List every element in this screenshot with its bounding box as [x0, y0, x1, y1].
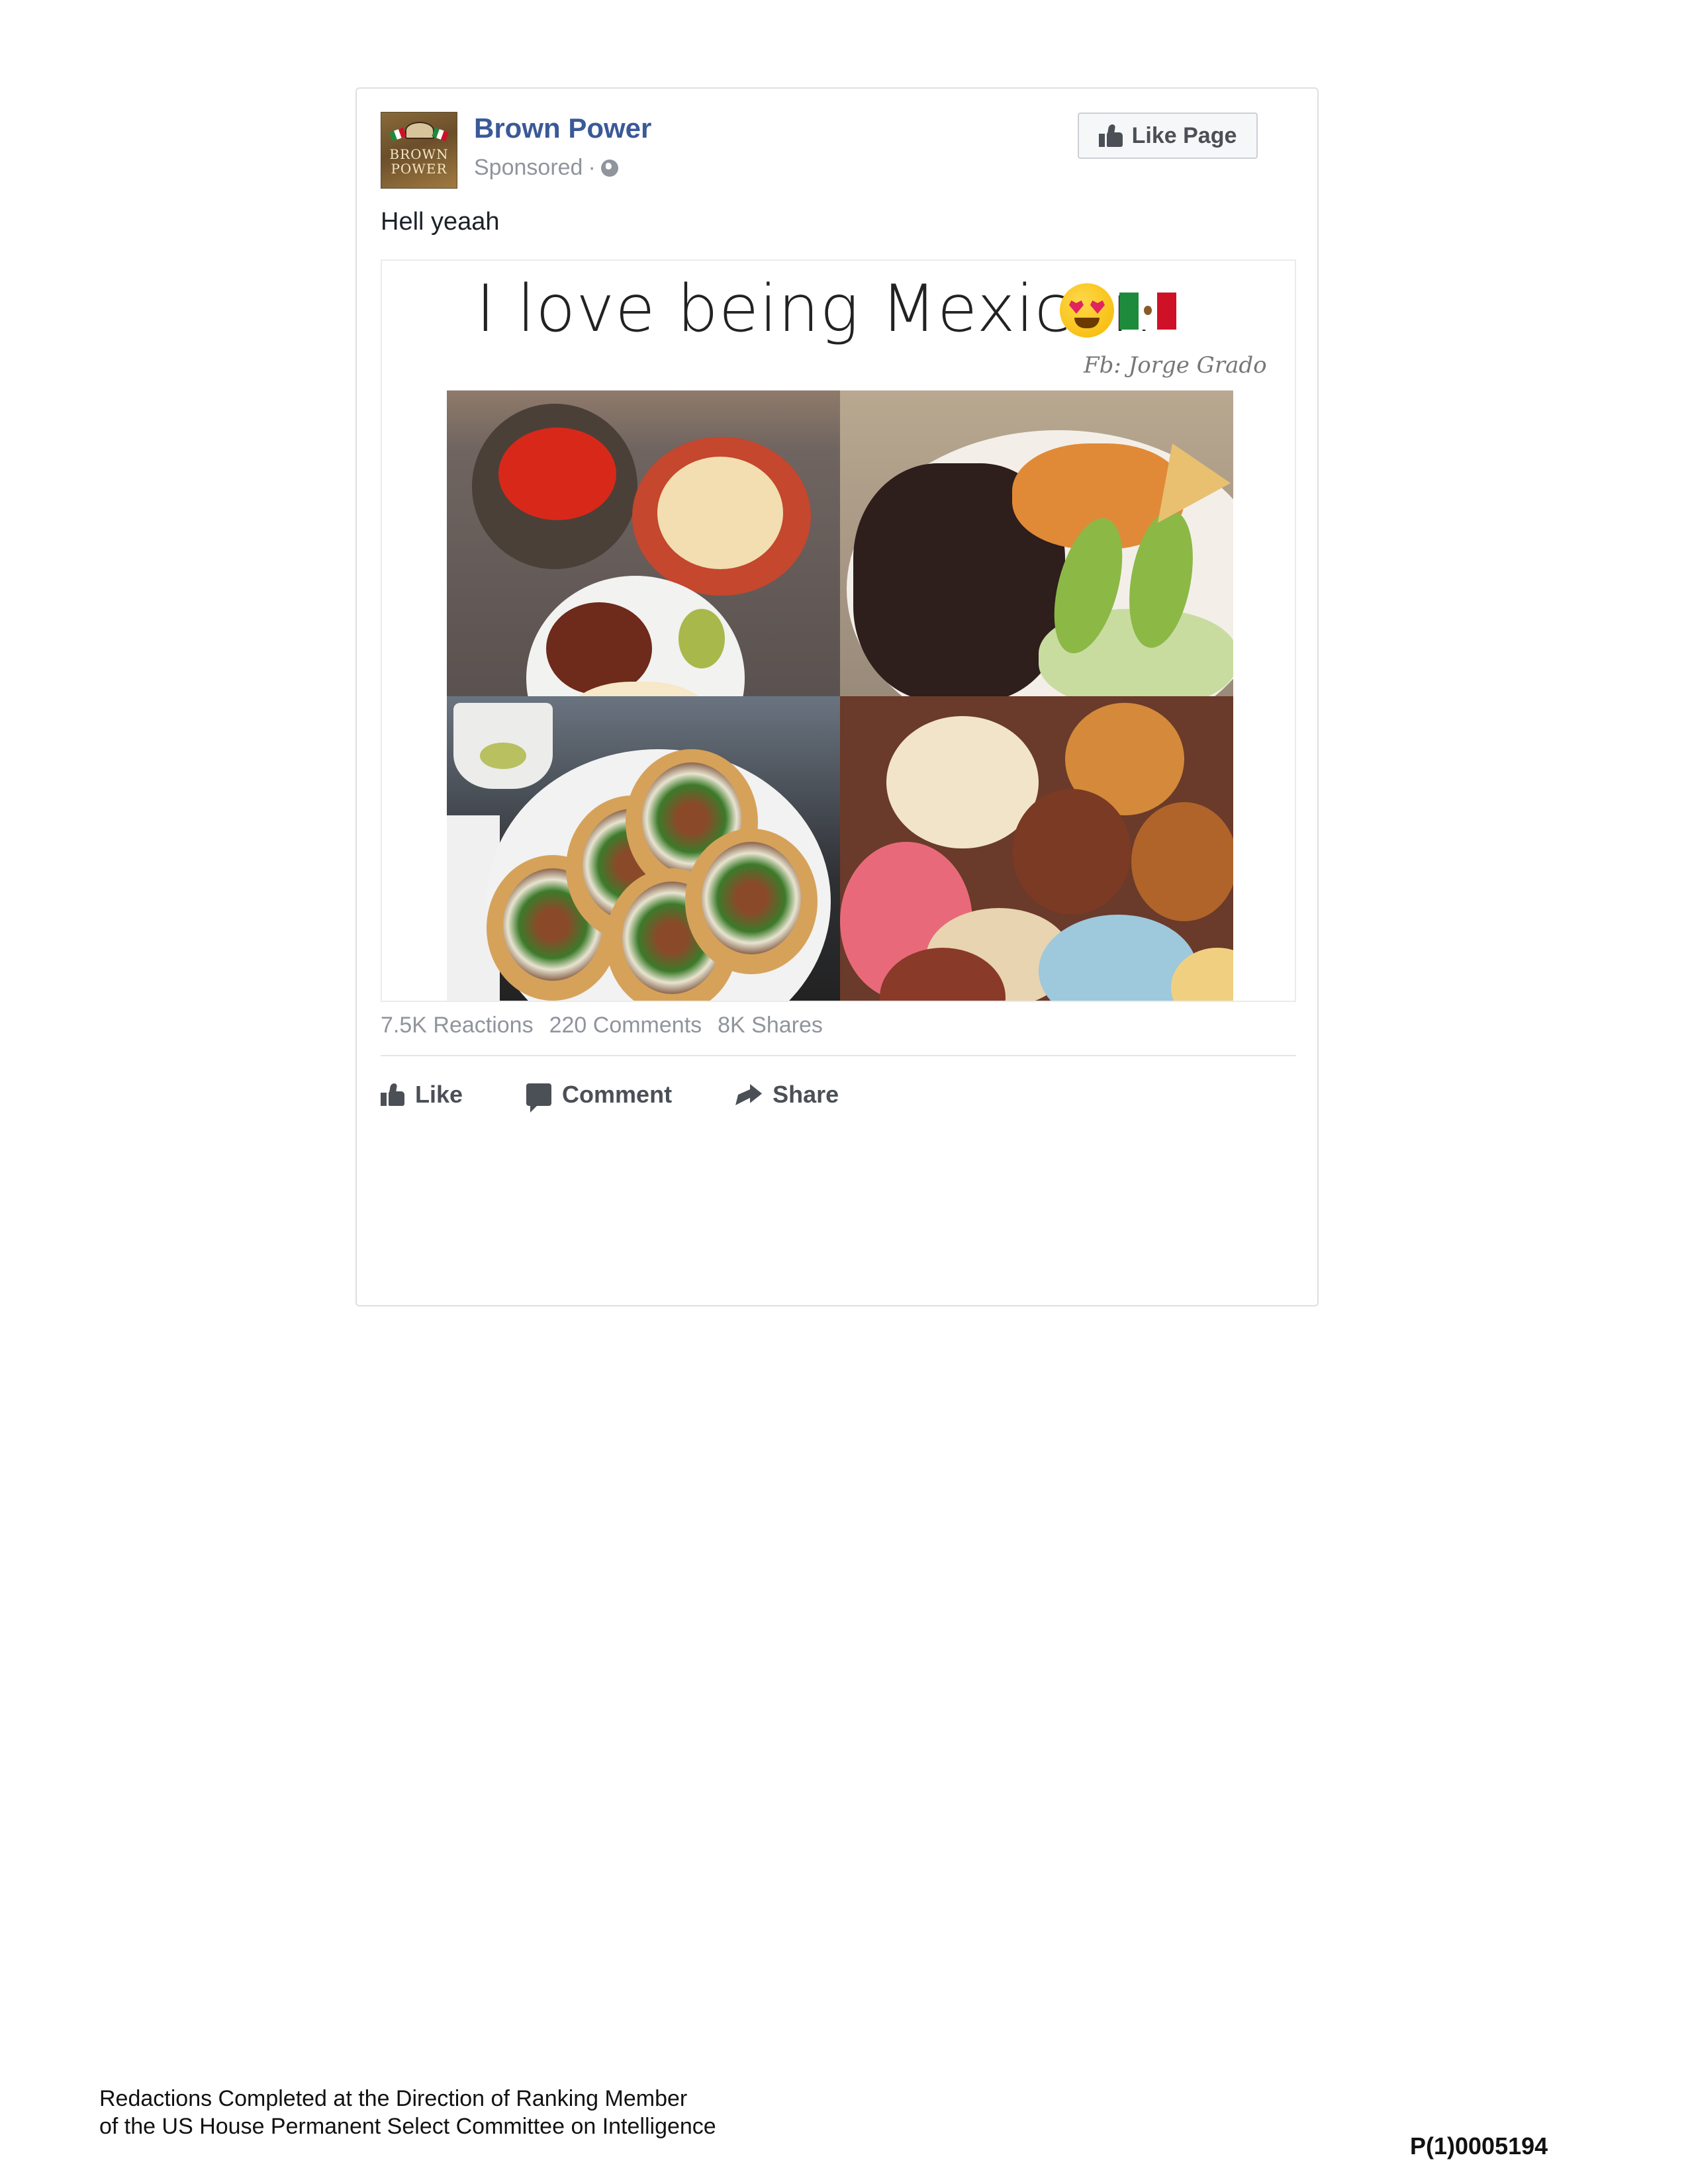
collage-tacos-photo: [447, 696, 840, 1001]
mexico-flag-icon: [389, 127, 406, 142]
image-headline: I love being Mexican: [476, 271, 1153, 347]
collage-breakfast-photo: [447, 390, 840, 696]
like-label: Like: [415, 1081, 463, 1108]
like-page-button[interactable]: Like Page: [1078, 113, 1258, 159]
comment-button[interactable]: Comment: [526, 1081, 673, 1113]
collage-carne-asada-photo: [840, 390, 1233, 696]
comments-count[interactable]: 220 Comments: [549, 1013, 702, 1038]
mexico-flag-icon: [432, 127, 449, 142]
comment-label: Comment: [562, 1081, 673, 1108]
like-button[interactable]: Like: [381, 1081, 463, 1109]
redaction-note: Redactions Completed at the Direction of…: [99, 2085, 716, 2140]
avatar-text-line1: BROWN: [389, 146, 449, 162]
sponsored-post-card: BROWN POWER Brown Power Sponsored · Like…: [355, 87, 1319, 1306]
post-actions-bar: Like Comment Share: [381, 1068, 902, 1121]
separator-dot: ·: [588, 155, 596, 180]
image-credit: Fb: Jorge Grado: [1084, 352, 1267, 379]
shares-count[interactable]: 8K Shares: [718, 1013, 823, 1038]
page-name-link[interactable]: Brown Power: [474, 113, 651, 144]
heart-eyes-emoji-icon: [1060, 283, 1114, 338]
share-icon: [735, 1084, 763, 1105]
comment-icon: [526, 1083, 552, 1113]
sponsored-line: Sponsored ·: [474, 155, 618, 181]
share-button[interactable]: Share: [735, 1081, 839, 1109]
actions-divider: [381, 1055, 1296, 1056]
reactions-count[interactable]: 7.5K Reactions: [381, 1013, 534, 1038]
redaction-note-line2: of the US House Permanent Select Committ…: [99, 2114, 716, 2139]
globe-icon[interactable]: [600, 159, 618, 177]
redaction-note-line1: Redactions Completed at the Direction of…: [99, 2086, 688, 2111]
mexico-flag-icon: [1119, 293, 1177, 330]
thumbs-up-icon: [381, 1083, 404, 1106]
post-image[interactable]: I love being Mexican Fb: Jorge Grado: [381, 259, 1296, 1002]
avatar-text-line2: POWER: [391, 161, 447, 177]
post-message: Hell yeaah: [381, 208, 500, 236]
share-label: Share: [773, 1081, 839, 1108]
food-collage: [447, 390, 1233, 1001]
page-avatar[interactable]: BROWN POWER: [381, 112, 457, 189]
document-id: P(1)0005194: [1410, 2132, 1548, 2160]
sponsored-label[interactable]: Sponsored: [474, 155, 583, 181]
sombrero-icon: [405, 122, 434, 139]
thumbs-up-icon: [1098, 124, 1123, 147]
engagement-stats: 7.5K Reactions 220 Comments 8K Shares: [381, 1013, 823, 1038]
like-page-label: Like Page: [1131, 122, 1237, 148]
collage-pan-dulce-photo: [840, 696, 1233, 1001]
